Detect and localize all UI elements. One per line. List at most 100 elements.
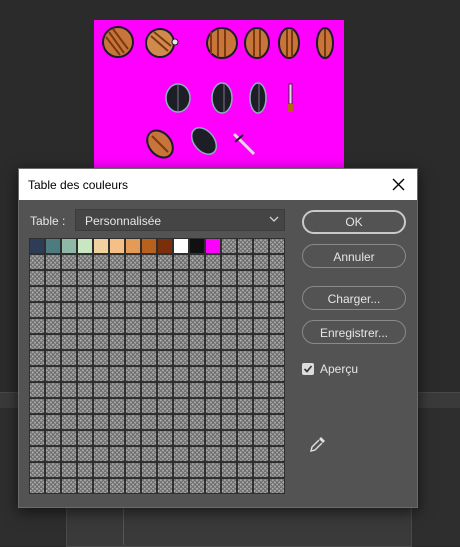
empty-color-slot[interactable]: [205, 270, 221, 286]
empty-color-slot[interactable]: [237, 238, 253, 254]
empty-color-slot[interactable]: [173, 286, 189, 302]
empty-color-slot[interactable]: [253, 446, 269, 462]
empty-color-slot[interactable]: [29, 302, 45, 318]
empty-color-slot[interactable]: [221, 430, 237, 446]
empty-color-slot[interactable]: [157, 382, 173, 398]
empty-color-slot[interactable]: [45, 350, 61, 366]
empty-color-slot[interactable]: [61, 302, 77, 318]
empty-color-slot[interactable]: [157, 414, 173, 430]
empty-color-slot[interactable]: [173, 446, 189, 462]
color-swatch[interactable]: [157, 238, 173, 254]
empty-color-slot[interactable]: [253, 462, 269, 478]
empty-color-slot[interactable]: [237, 286, 253, 302]
empty-color-slot[interactable]: [237, 270, 253, 286]
empty-color-slot[interactable]: [141, 270, 157, 286]
empty-color-slot[interactable]: [93, 462, 109, 478]
color-swatch[interactable]: [109, 238, 125, 254]
empty-color-slot[interactable]: [141, 478, 157, 494]
empty-color-slot[interactable]: [125, 366, 141, 382]
empty-color-slot[interactable]: [77, 430, 93, 446]
empty-color-slot[interactable]: [125, 254, 141, 270]
empty-color-slot[interactable]: [205, 382, 221, 398]
empty-color-slot[interactable]: [109, 398, 125, 414]
empty-color-slot[interactable]: [61, 414, 77, 430]
empty-color-slot[interactable]: [221, 302, 237, 318]
empty-color-slot[interactable]: [125, 382, 141, 398]
empty-color-slot[interactable]: [237, 318, 253, 334]
empty-color-slot[interactable]: [221, 462, 237, 478]
empty-color-slot[interactable]: [61, 462, 77, 478]
empty-color-slot[interactable]: [157, 270, 173, 286]
empty-color-slot[interactable]: [61, 398, 77, 414]
empty-color-slot[interactable]: [173, 430, 189, 446]
empty-color-slot[interactable]: [173, 366, 189, 382]
empty-color-slot[interactable]: [61, 270, 77, 286]
empty-color-slot[interactable]: [269, 398, 285, 414]
color-swatch[interactable]: [125, 238, 141, 254]
empty-color-slot[interactable]: [253, 286, 269, 302]
empty-color-slot[interactable]: [269, 318, 285, 334]
empty-color-slot[interactable]: [141, 430, 157, 446]
empty-color-slot[interactable]: [269, 302, 285, 318]
empty-color-slot[interactable]: [29, 430, 45, 446]
empty-color-slot[interactable]: [125, 350, 141, 366]
empty-color-slot[interactable]: [109, 350, 125, 366]
empty-color-slot[interactable]: [157, 430, 173, 446]
empty-color-slot[interactable]: [189, 430, 205, 446]
empty-color-slot[interactable]: [77, 270, 93, 286]
empty-color-slot[interactable]: [93, 446, 109, 462]
empty-color-slot[interactable]: [205, 286, 221, 302]
empty-color-slot[interactable]: [93, 414, 109, 430]
empty-color-slot[interactable]: [125, 398, 141, 414]
empty-color-slot[interactable]: [61, 318, 77, 334]
empty-color-slot[interactable]: [173, 318, 189, 334]
empty-color-slot[interactable]: [189, 334, 205, 350]
empty-color-slot[interactable]: [45, 318, 61, 334]
empty-color-slot[interactable]: [141, 350, 157, 366]
empty-color-slot[interactable]: [253, 254, 269, 270]
empty-color-slot[interactable]: [125, 414, 141, 430]
empty-color-slot[interactable]: [109, 366, 125, 382]
color-swatch[interactable]: [93, 238, 109, 254]
color-swatch[interactable]: [173, 238, 189, 254]
empty-color-slot[interactable]: [29, 318, 45, 334]
empty-color-slot[interactable]: [93, 270, 109, 286]
empty-color-slot[interactable]: [253, 238, 269, 254]
empty-color-slot[interactable]: [125, 430, 141, 446]
save-button[interactable]: Enregistrer...: [302, 320, 406, 344]
empty-color-slot[interactable]: [29, 334, 45, 350]
empty-color-slot[interactable]: [205, 478, 221, 494]
empty-color-slot[interactable]: [141, 462, 157, 478]
empty-color-slot[interactable]: [173, 478, 189, 494]
empty-color-slot[interactable]: [173, 462, 189, 478]
empty-color-slot[interactable]: [189, 382, 205, 398]
empty-color-slot[interactable]: [109, 478, 125, 494]
empty-color-slot[interactable]: [269, 366, 285, 382]
empty-color-slot[interactable]: [237, 382, 253, 398]
empty-color-slot[interactable]: [93, 318, 109, 334]
empty-color-slot[interactable]: [157, 462, 173, 478]
empty-color-slot[interactable]: [77, 414, 93, 430]
empty-color-slot[interactable]: [29, 254, 45, 270]
empty-color-slot[interactable]: [221, 350, 237, 366]
empty-color-slot[interactable]: [77, 302, 93, 318]
empty-color-slot[interactable]: [141, 366, 157, 382]
empty-color-slot[interactable]: [77, 366, 93, 382]
empty-color-slot[interactable]: [221, 286, 237, 302]
empty-color-slot[interactable]: [29, 414, 45, 430]
empty-color-slot[interactable]: [77, 382, 93, 398]
empty-color-slot[interactable]: [109, 302, 125, 318]
empty-color-slot[interactable]: [45, 366, 61, 382]
empty-color-slot[interactable]: [253, 302, 269, 318]
empty-color-slot[interactable]: [189, 446, 205, 462]
empty-color-slot[interactable]: [157, 446, 173, 462]
empty-color-slot[interactable]: [77, 318, 93, 334]
empty-color-slot[interactable]: [221, 414, 237, 430]
empty-color-slot[interactable]: [173, 270, 189, 286]
dialog-titlebar[interactable]: Table des couleurs: [19, 169, 417, 200]
eyedropper-button[interactable]: [308, 434, 328, 454]
empty-color-slot[interactable]: [77, 350, 93, 366]
empty-color-slot[interactable]: [205, 318, 221, 334]
color-swatch[interactable]: [61, 238, 77, 254]
empty-color-slot[interactable]: [205, 254, 221, 270]
